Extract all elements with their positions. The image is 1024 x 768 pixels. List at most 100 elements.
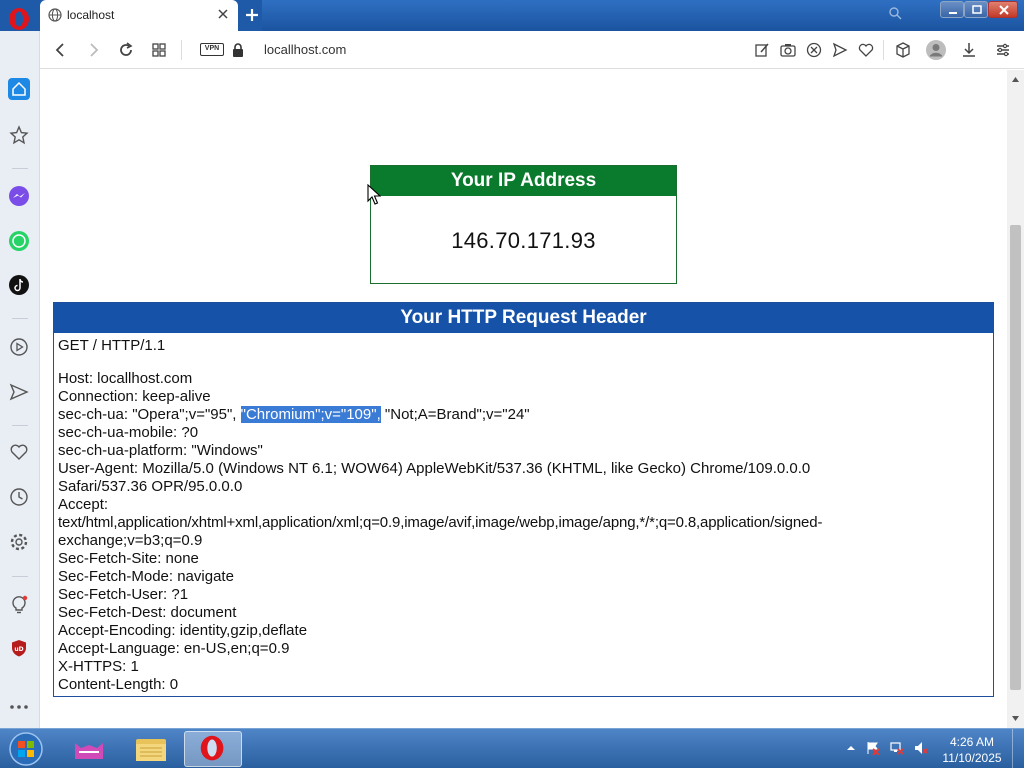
clock-time: 4:26 AM [949, 735, 995, 749]
tabstrip-background [262, 0, 1024, 31]
header-host: Host: locallhost.com [58, 370, 193, 387]
request-header-heading: Your HTTP Request Header [54, 303, 993, 333]
ad-block-icon[interactable] [805, 41, 823, 59]
start-button-icon[interactable] [6, 731, 46, 767]
header-x-https: X-HTTPS: 1 [58, 658, 139, 675]
ip-address-value: 146.70.171.93 [451, 228, 596, 253]
scrollbar-thumb[interactable] [1010, 225, 1021, 690]
profile-avatar-icon[interactable] [925, 39, 947, 61]
window-controls [920, 1, 1020, 19]
header-accept-label: Accept: [58, 496, 109, 513]
settings-gear-icon[interactable] [8, 531, 30, 553]
ublock-shield-icon[interactable]: uD [8, 637, 30, 659]
header-accept-encoding: Accept-Encoding: identity,gzip,deflate [58, 622, 308, 639]
system-clock[interactable]: 4:26 AM 11/10/2025 [936, 734, 1008, 766]
ip-box-heading: Your IP Address [371, 166, 676, 196]
sidebar-separator [12, 425, 28, 426]
header-sec-ch-ua-mobile: sec-ch-ua-mobile: ?0 [58, 424, 199, 441]
header-accept-language: Accept-Language: en-US,en;q=0.9 [58, 640, 290, 657]
vpn-badge[interactable]: VPN [200, 43, 224, 56]
address-bar-row: VPN locallhost.com [40, 31, 1024, 69]
back-arrow-icon[interactable] [52, 41, 70, 59]
browser-tab-active[interactable]: localhost [40, 0, 238, 31]
url-text[interactable]: locallhost.com [264, 42, 346, 57]
header-sec-fetch-user: Sec-Fetch-User: ?1 [58, 586, 189, 603]
minimize-icon [949, 12, 957, 14]
tabs-grid-icon[interactable] [150, 41, 168, 59]
messenger-icon[interactable] [8, 185, 30, 207]
header-accept-value-cont: exchange;v=b3;q=0.9 [58, 532, 203, 549]
sidebar-separator [12, 576, 28, 577]
sec-ch-ua-suffix: "Not;A=Brand";v="24" [380, 406, 530, 423]
minimize-button[interactable] [940, 1, 964, 18]
opera-menu-icon[interactable] [6, 6, 32, 32]
header-accept-value: text/html,application/xhtml+xml,applicat… [58, 514, 823, 531]
network-icon[interactable] [890, 741, 904, 755]
header-sec-fetch-dest: Sec-Fetch-Dest: document [58, 604, 237, 621]
camera-snapshot-icon[interactable] [779, 41, 797, 59]
tiktok-icon[interactable] [8, 274, 30, 296]
edit-page-icon[interactable] [753, 41, 771, 59]
opera-app-icon [200, 735, 224, 761]
show-desktop-button[interactable] [1012, 729, 1024, 768]
bookmarks-heart-icon[interactable] [8, 441, 30, 463]
maximize-button[interactable] [964, 1, 988, 18]
tray-show-hidden-icon[interactable] [844, 741, 858, 755]
ip-address-box: Your IP Address 146.70.171.93 [370, 165, 677, 284]
tips-lightbulb-icon[interactable] [8, 593, 30, 615]
scroll-down-arrow-icon[interactable] [1011, 714, 1020, 723]
header-user-agent: User-Agent: Mozilla/5.0 (Windows NT 6.1;… [58, 460, 811, 477]
request-header-box: Your HTTP Request Header GET / HTTP/1.1 … [53, 302, 994, 697]
taskbar-app-cat[interactable] [60, 731, 118, 767]
close-window-button[interactable] [988, 1, 1018, 18]
request-line: GET / HTTP/1.1 [58, 337, 166, 354]
send-icon[interactable] [831, 41, 849, 59]
pinboard-star-icon[interactable] [8, 124, 30, 146]
header-sec-ch-ua: sec-ch-ua: "Opera";v="95", "Chromium";v=… [58, 406, 989, 424]
reload-icon[interactable] [117, 41, 135, 59]
header-connection: Connection: keep-alive [58, 388, 211, 405]
extensions-cube-icon[interactable] [894, 41, 912, 59]
volume-muted-icon[interactable] [914, 741, 928, 755]
close-tab-icon[interactable] [216, 7, 230, 21]
close-window-icon [999, 5, 1009, 15]
scroll-up-arrow-icon[interactable] [1011, 75, 1020, 84]
svg-text:uD: uD [14, 646, 23, 653]
header-sec-fetch-site: Sec-Fetch-Site: none [58, 550, 199, 567]
folder-icon [136, 739, 166, 761]
header-sec-fetch-mode: Sec-Fetch-Mode: navigate [58, 568, 234, 585]
heart-bookmark-icon[interactable] [857, 41, 875, 59]
tab-title: localhost [67, 8, 115, 22]
page-content: Your IP Address 146.70.171.93 Your HTTP … [41, 70, 1007, 728]
forward-arrow-icon[interactable] [84, 41, 102, 59]
history-clock-icon[interactable] [8, 486, 30, 508]
vertical-scrollbar[interactable] [1007, 70, 1024, 728]
send-flow-icon[interactable] [8, 381, 30, 403]
toolbar-separator [883, 40, 884, 60]
download-icon[interactable] [960, 41, 978, 59]
taskbar-app-opera[interactable] [184, 731, 242, 767]
opera-sidebar: uD [0, 31, 40, 728]
more-dots-icon[interactable] [8, 696, 30, 718]
whatsapp-icon[interactable] [8, 230, 30, 252]
lock-icon[interactable] [231, 42, 245, 58]
address-separator [181, 40, 182, 60]
windows-taskbar: 4:26 AM 11/10/2025 [0, 728, 1024, 768]
new-tab-plus-icon[interactable] [244, 7, 260, 23]
taskbar-app-explorer[interactable] [122, 731, 180, 767]
sidebar-separator [12, 318, 28, 319]
sidebar-separator [12, 168, 28, 169]
player-icon[interactable] [8, 336, 30, 358]
header-user-agent-cont: Safari/537.36 OPR/95.0.0.0 [58, 478, 243, 495]
home-icon[interactable] [8, 78, 30, 100]
action-center-flag-icon[interactable] [866, 741, 880, 755]
header-sec-ch-ua-platform: sec-ch-ua-platform: "Windows" [58, 442, 263, 459]
browser-titlebar: localhost [0, 0, 1024, 31]
selected-text-highlight[interactable]: "Chromium";v="109", [240, 406, 381, 423]
window-search-icon[interactable] [888, 6, 902, 20]
sec-ch-ua-prefix: sec-ch-ua: "Opera";v="95", [58, 406, 241, 423]
easy-setup-menu-icon[interactable] [994, 41, 1012, 59]
maximize-icon [972, 5, 982, 14]
header-content-length: Content-Length: 0 [58, 676, 179, 693]
